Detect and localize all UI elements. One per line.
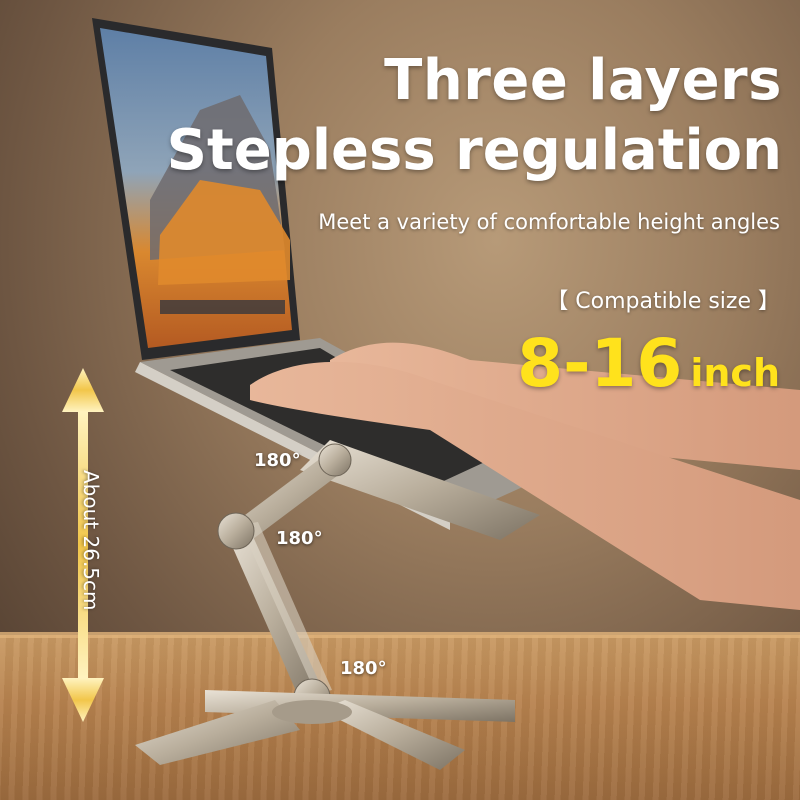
angle-label-middle: 180° [276,528,323,549]
stand-base [135,690,515,770]
stand-arms [225,455,345,700]
angle-label-top: 180° [254,450,301,471]
headline-line-1: Three layers [384,48,782,113]
compatible-size-value: 8-16 inch [517,325,780,402]
product-banner: Three layers Stepless regulation Meet a … [0,0,800,800]
size-range: 8-16 [517,325,683,402]
height-label: About 26.5cm [79,470,103,611]
headline-line-2: Stepless regulation [166,118,782,183]
pivot-middle [217,512,255,550]
pivot-top [318,443,352,477]
angle-label-bottom: 180° [340,658,387,679]
laptop-screen [92,18,300,360]
size-unit: inch [690,351,780,395]
compatible-size-label: 【 Compatible size 】 [546,289,780,314]
subtitle: Meet a variety of comfortable height ang… [318,210,780,234]
